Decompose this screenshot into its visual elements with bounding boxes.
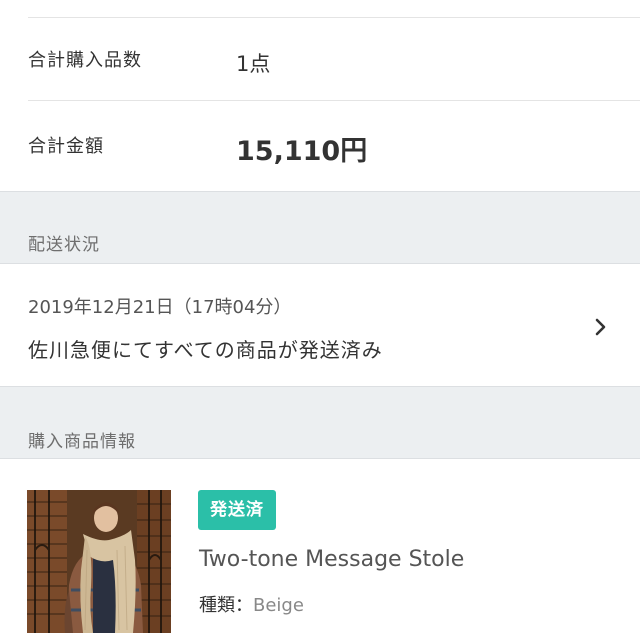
total-items-row: 合計購入品数 1点	[0, 18, 640, 101]
shipped-status-badge: 発送済	[198, 490, 276, 530]
total-amount-value: 15,110円	[236, 136, 368, 167]
total-items-label: 合計購入品数	[28, 50, 142, 71]
total-items-value: 1点	[236, 52, 271, 76]
shipping-status-section-header: 配送状況	[0, 191, 640, 264]
purchased-items-title: 購入商品情報	[28, 432, 136, 452]
chevron-right-icon	[595, 318, 606, 336]
total-amount-label: 合計金額	[28, 136, 104, 157]
variant-value: Beige	[253, 595, 304, 616]
product-thumbnail[interactable]	[27, 490, 171, 633]
product-photo-image	[27, 490, 171, 633]
shipping-status-text: 佐川急便にてすべての商品が発送済み	[28, 338, 383, 362]
variant-label: 種類	[199, 595, 235, 616]
order-detail-page: 合計購入品数 1点 合計金額 15,110円 配送状況 2019年12月21日（…	[0, 0, 640, 640]
product-variant: 種類：Beige	[199, 591, 304, 617]
shipping-status-title: 配送状況	[28, 235, 100, 255]
shipping-status-row[interactable]: 2019年12月21日（17時04分） 佐川急便にてすべての商品が発送済み	[0, 264, 640, 386]
variant-separator: ：	[235, 595, 253, 616]
shipping-datetime: 2019年12月21日（17時04分）	[28, 297, 292, 318]
product-name[interactable]: Two-tone Message Stole	[199, 547, 464, 572]
purchased-items-section-header: 購入商品情報	[0, 386, 640, 459]
product-item: 発送済 Two-tone Message Stole 種類：Beige	[0, 459, 640, 640]
total-amount-row: 合計金額 15,110円	[0, 101, 640, 191]
